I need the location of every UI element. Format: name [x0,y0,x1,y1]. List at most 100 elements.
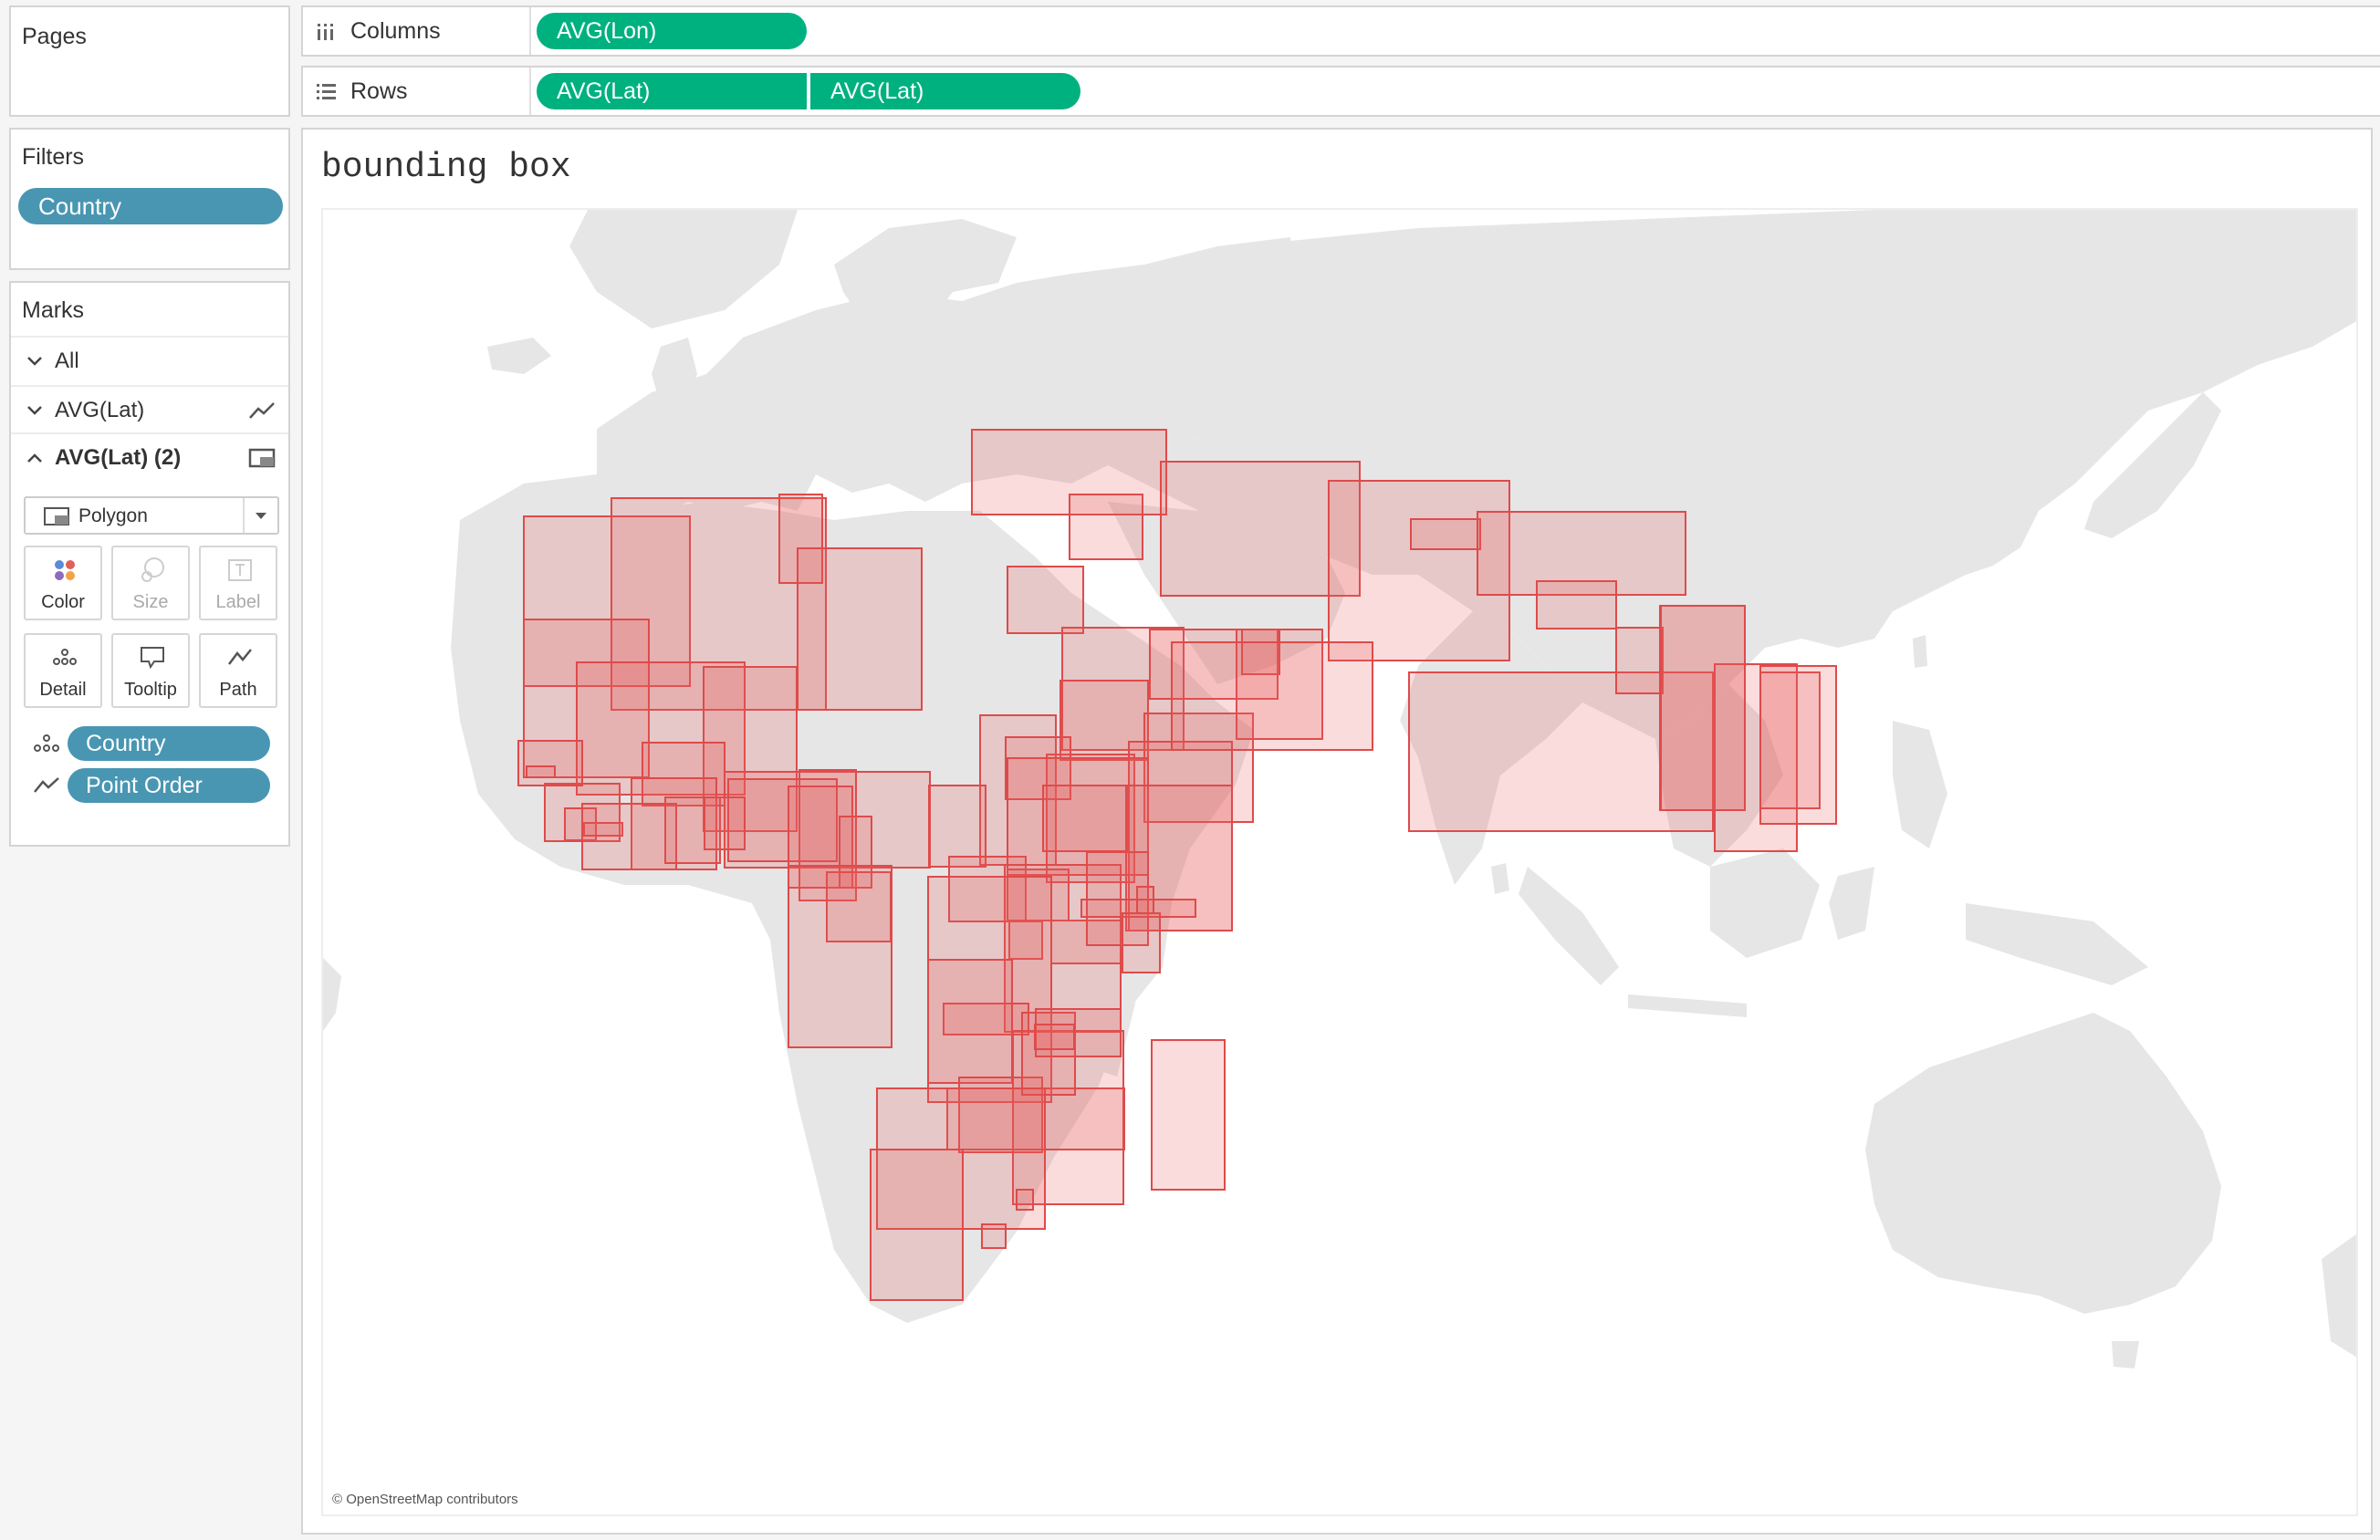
field-pill-point-order[interactable]: Point Order [68,768,270,803]
chevron-down-icon [27,406,42,415]
marks-card-label: AVG(Lat) [55,398,145,422]
dropdown-divider [243,498,245,533]
view-panel: bounding box © OpenStreetMap contributor… [301,128,2373,1535]
label-label: Label [215,592,261,612]
map-svg [323,210,2356,1368]
rows-pill-avg-lat-2[interactable]: AVG(Lat) [810,73,1080,109]
columns-pill-avg-lon[interactable]: AVG(Lon) [537,13,807,49]
marks-title: Marks [22,297,85,323]
path-icon [228,649,252,665]
marks-card-label: All [55,349,79,373]
landmass-greenland [569,210,798,328]
path-icon [34,777,59,793]
marks-card-all[interactable]: All [11,336,288,383]
pages-panel: Pages [9,5,290,117]
landmass-borneo [1710,848,1820,958]
country-bounding-box[interactable] [704,796,746,850]
line-icon [249,402,275,419]
landmass-new-guinea [1966,903,2148,985]
country-bounding-box[interactable] [797,547,923,711]
landmass-tasmania [2112,1341,2139,1368]
landmass-sumatra [1519,867,1619,985]
detail-label: Detail [39,680,87,700]
country-bounding-box[interactable] [526,765,556,778]
detail-icon [34,734,59,752]
polygon-icon [44,507,69,525]
country-bounding-box[interactable] [1007,566,1084,634]
rows-icon [317,84,336,99]
country-bounding-box[interactable] [981,1223,1007,1249]
map[interactable]: © OpenStreetMap contributors [321,208,2358,1516]
country-bounding-box[interactable] [1171,641,1373,751]
marks-card-avg-lat-2[interactable]: AVG(Lat) (2) [11,432,288,480]
color-icon [55,560,75,580]
landmass-sri-lanka [1491,863,1509,894]
country-bounding-box[interactable] [1151,1039,1226,1191]
chevron-down-icon [27,357,42,366]
country-bounding-box[interactable] [581,803,677,870]
landmass-taiwan [1913,635,1927,668]
country-bounding-box[interactable] [928,785,986,868]
color-label: Color [41,592,85,612]
country-bounding-box[interactable] [1016,1189,1034,1211]
landmass-south-america [323,958,341,1031]
label-icon [228,559,252,581]
size-label: Size [132,592,169,612]
country-bounding-box[interactable] [1759,665,1837,825]
landmass-sulawesi [1829,867,1874,940]
country-bounding-box[interactable] [1660,605,1746,811]
tooltip-label: Tooltip [124,680,177,700]
marks-card-label: AVG(Lat) (2) [55,445,182,470]
country-bounding-box[interactable] [1034,1024,1075,1050]
view-title: bounding box [321,148,571,187]
country-bounding-box[interactable] [1136,886,1154,914]
shelf-divider [529,68,531,115]
rows-pill-avg-lat-1[interactable]: AVG(Lat) [537,73,807,109]
pages-title: Pages [22,24,87,49]
shelf-divider [529,7,531,55]
path-label: Path [219,680,257,700]
chevron-up-icon [27,453,42,463]
rows-shelf[interactable]: Rows AVG(Lat) AVG(Lat) [301,66,2380,117]
filters-title: Filters [22,144,85,170]
country-bounding-box[interactable] [517,740,583,786]
country-bounding-box[interactable] [1615,627,1664,694]
country-bounding-box[interactable] [788,865,892,1048]
landmass-java [1628,994,1747,1017]
country-bounding-box[interactable] [1069,494,1143,560]
chevron-down-icon [256,513,266,519]
path-button[interactable]: Path [199,633,277,708]
color-button[interactable]: Color [24,546,102,620]
field-pill-country[interactable]: Country [68,726,270,761]
marks-panel: Marks All AVG(Lat) AVG(Lat) (2) Polygon … [9,281,290,847]
country-bounding-box[interactable] [927,959,1013,1084]
marks-card-avg-lat[interactable]: AVG(Lat) [11,385,288,432]
columns-label: Columns [350,18,441,44]
country-bounding-box[interactable] [870,1149,964,1301]
polygon-icon [248,448,276,468]
size-button[interactable]: Size [111,546,190,620]
landmass-new-zealand [2322,1233,2356,1358]
landmass-philippines [1893,721,1947,848]
country-bounding-box[interactable] [1122,912,1161,973]
columns-icon [318,24,333,40]
country-bounding-box[interactable] [1042,785,1129,852]
mark-type-label: Polygon [78,505,148,526]
country-bounding-box[interactable] [1536,580,1617,630]
size-icon [141,557,164,582]
country-bounding-box[interactable] [1410,518,1481,550]
filter-pill-country[interactable]: Country [18,188,283,224]
detail-button[interactable]: Detail [24,633,102,708]
map-attribution: © OpenStreetMap contributors [332,1492,518,1507]
label-button[interactable]: Label [199,546,277,620]
bounding-boxes [517,429,1837,1301]
mark-type-dropdown[interactable]: Polygon [24,496,279,535]
detail-icon [53,649,77,665]
landmass-australia [1865,1013,2221,1314]
tooltip-icon [141,647,164,670]
rows-label: Rows [350,78,408,104]
landmass-iceland [487,338,551,374]
columns-shelf[interactable]: Columns AVG(Lon) [301,5,2380,57]
filters-panel: Filters Country [9,128,290,270]
tooltip-button[interactable]: Tooltip [111,633,190,708]
